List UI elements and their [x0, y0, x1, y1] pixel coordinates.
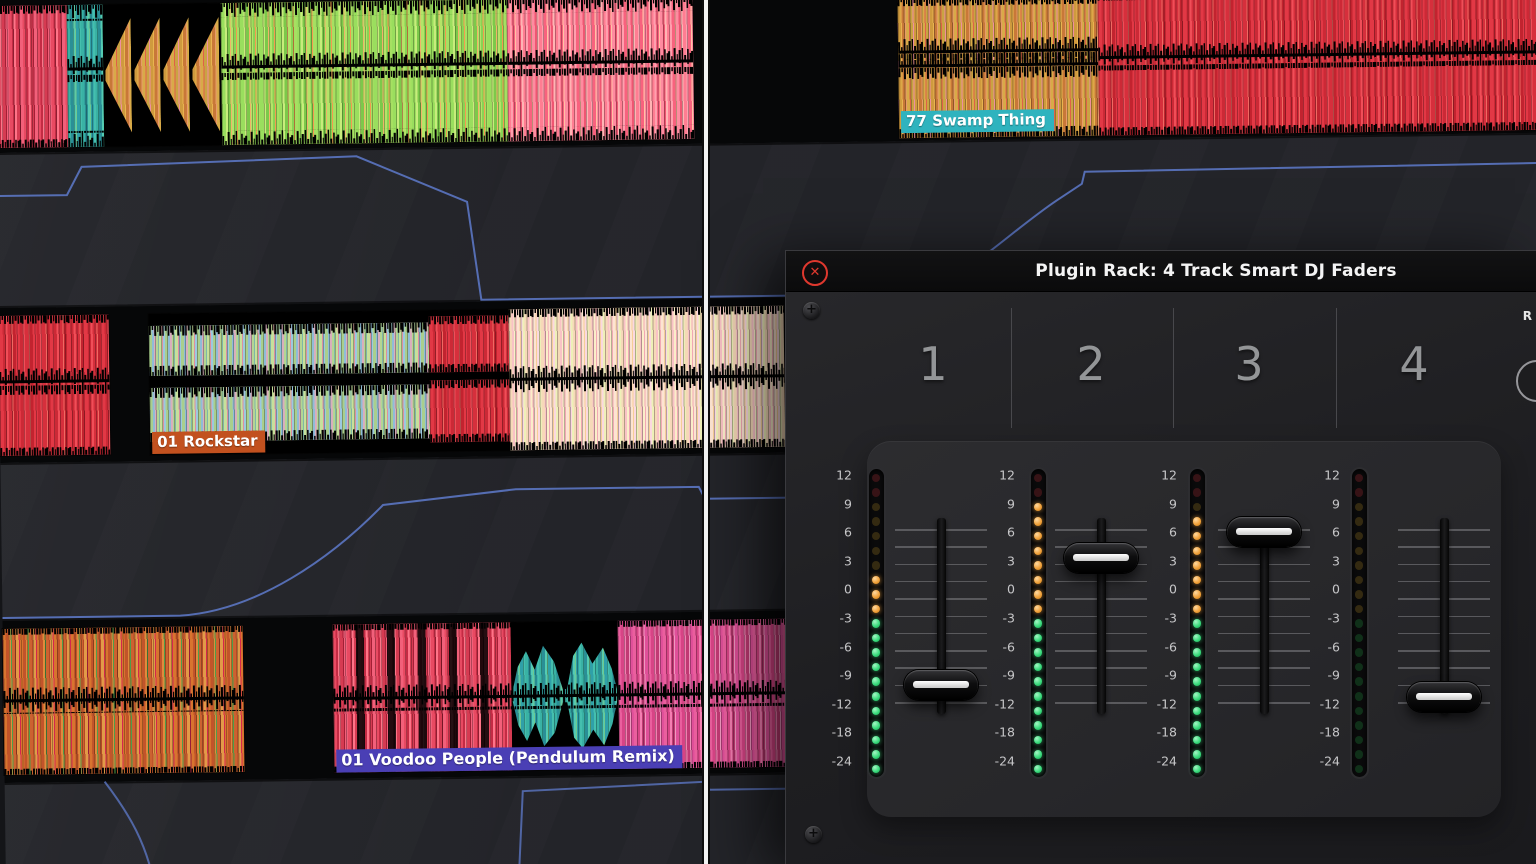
clip-rockstar[interactable]: 01 Rockstar	[148, 306, 785, 455]
fader-channel-4: 4 12 9 6 3 0 -3 -6 -9 -12 -18 -24	[786, 251, 1536, 864]
meter-led	[1355, 648, 1364, 657]
clip-track1-left[interactable]	[0, 0, 694, 148]
meter-led	[1355, 750, 1364, 759]
db-scale-label: 9	[1294, 496, 1340, 511]
meter-led	[1355, 721, 1364, 730]
meter-led	[1355, 561, 1364, 570]
clip-label-rockstar: 01 Rockstar	[152, 431, 266, 454]
db-scale-label: -12	[1294, 696, 1340, 711]
db-scale-label: 12	[1294, 468, 1340, 483]
db-scale-label: 0	[1294, 582, 1340, 597]
clip-track3-left[interactable]	[3, 626, 245, 775]
plugin-rack-window: ✕ Plugin Rack: 4 Track Smart DJ Faders +…	[785, 250, 1536, 864]
db-scale-label: 6	[1294, 525, 1340, 540]
db-scale-label: -6	[1294, 639, 1340, 654]
meter-led	[1355, 488, 1364, 497]
clip-swamp-thing[interactable]: 77 Swamp Thing	[897, 0, 1536, 138]
meter-led	[1355, 692, 1364, 701]
channel-number: 4	[1354, 337, 1474, 391]
clip-track2-left[interactable]	[0, 315, 110, 456]
clip-label-voodoo-people: 01 Voodoo People (Pendulum Remix)	[336, 745, 683, 773]
dj-app-screen: 77 Swamp Thing 01 Rockstar	[0, 0, 1536, 864]
meter-led	[1355, 619, 1364, 628]
meter-led	[1355, 590, 1364, 599]
clip-voodoo-people[interactable]: 01 Voodoo People (Pendulum Remix)	[333, 619, 790, 773]
db-scale-label: -9	[1294, 668, 1340, 683]
db-scale-label: -18	[1294, 725, 1340, 740]
meter-led	[1355, 677, 1364, 686]
db-scale-label: -3	[1294, 611, 1340, 626]
fader-handle[interactable]	[1407, 682, 1481, 712]
meter-led	[1355, 517, 1364, 526]
clip-label-swamp-thing: 77 Swamp Thing	[901, 109, 1054, 133]
playhead[interactable]	[702, 0, 710, 864]
db-scale-label: 3	[1294, 553, 1340, 568]
db-scale-label: -24	[1294, 754, 1340, 769]
